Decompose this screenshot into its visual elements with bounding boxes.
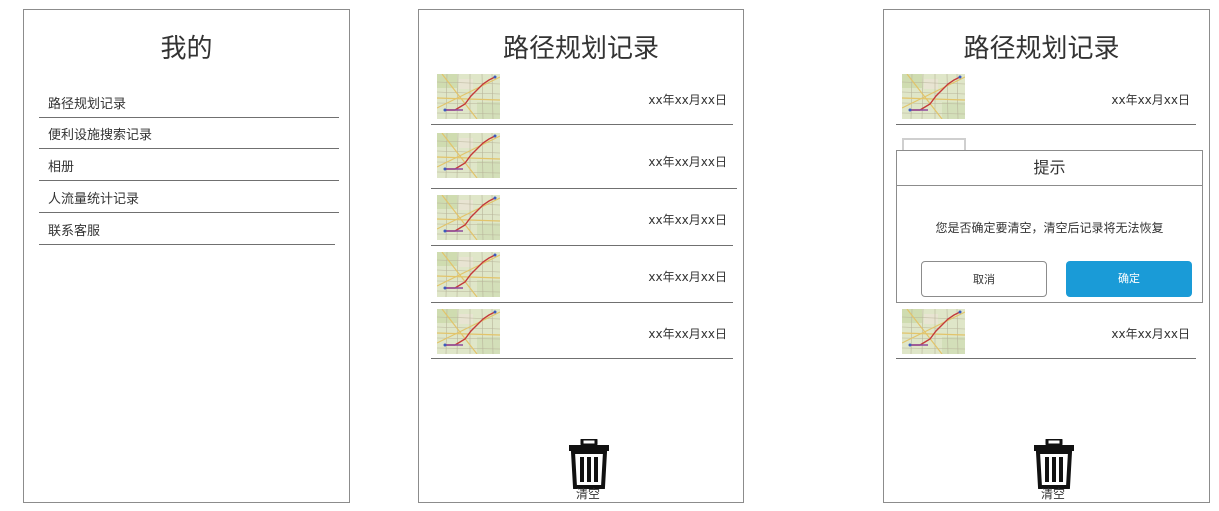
record-item[interactable]: xx年xx月xx日	[896, 72, 1196, 125]
record-item[interactable]: xx年xx月xx日	[431, 251, 733, 303]
confirm-clear-screen: 路径规划记录 xx年xx月xx日 xx年xx月xx日 提示 您是否确定要清空，清…	[883, 9, 1210, 503]
record-date: xx年xx月xx日	[648, 93, 727, 107]
record-date: xx年xx月xx日	[1111, 327, 1190, 341]
map-thumbnail-icon	[437, 309, 500, 354]
record-item[interactable]: xx年xx月xx日	[431, 131, 737, 189]
menu-item-label: 便利设施搜索记录	[48, 128, 153, 143]
record-date: xx年xx月xx日	[648, 270, 727, 284]
confirm-dialog: 提示 您是否确定要清空，清空后记录将无法恢复 取消 确定	[896, 150, 1203, 303]
menu-item-route-records[interactable]: 路径规划记录	[39, 87, 339, 118]
dialog-title: 提示	[897, 151, 1202, 186]
map-thumbnail-icon	[437, 133, 500, 178]
record-item[interactable]: xx年xx月xx日	[896, 308, 1196, 359]
record-date: xx年xx月xx日	[1111, 93, 1190, 107]
menu-item-album[interactable]: 相册	[39, 150, 339, 181]
dialog-message: 您是否确定要清空，清空后记录将无法恢复	[935, 221, 1164, 235]
menu-item-label: 联系客服	[48, 224, 101, 239]
menu-item-facility-search-records[interactable]: 便利设施搜索记录	[39, 118, 339, 149]
profile-screen: 我的 路径规划记录 便利设施搜索记录 相册 人流量统计记录 联系客服	[23, 9, 350, 503]
map-thumbnail-icon	[437, 252, 500, 297]
record-item[interactable]: xx年xx月xx日	[431, 194, 733, 246]
record-item[interactable]: xx年xx月xx日	[431, 308, 733, 359]
record-date: xx年xx月xx日	[648, 213, 727, 227]
clear-label[interactable]: 清空	[1023, 485, 1083, 502]
trash-icon[interactable]	[567, 439, 611, 489]
trash-icon[interactable]	[1032, 439, 1076, 489]
cancel-button[interactable]: 取消	[921, 261, 1047, 297]
confirm-button[interactable]: 确定	[1066, 261, 1192, 297]
map-thumbnail-icon	[437, 195, 500, 240]
map-thumbnail-icon	[437, 74, 500, 119]
menu-item-contact-support[interactable]: 联系客服	[39, 214, 335, 245]
menu-item-label: 相册	[48, 160, 75, 175]
menu-item-label: 人流量统计记录	[48, 192, 140, 207]
clear-label[interactable]: 清空	[558, 485, 618, 502]
page-title: 路径规划记录	[502, 34, 659, 64]
record-date: xx年xx月xx日	[648, 327, 727, 341]
page-title: 路径规划记录	[963, 34, 1120, 64]
menu-item-crowd-stats-records[interactable]: 人流量统计记录	[39, 182, 339, 213]
record-date: xx年xx月xx日	[648, 155, 727, 169]
record-item[interactable]: xx年xx月xx日	[431, 72, 733, 125]
map-thumbnail-icon	[902, 74, 965, 119]
page-title: 我的	[160, 34, 213, 64]
menu-item-label: 路径规划记录	[48, 97, 127, 112]
route-records-screen: 路径规划记录 xx年xx月xx日 xx年xx月xx日 xx年xx月xx日 xx年…	[418, 9, 744, 503]
map-thumbnail-icon	[902, 309, 965, 354]
